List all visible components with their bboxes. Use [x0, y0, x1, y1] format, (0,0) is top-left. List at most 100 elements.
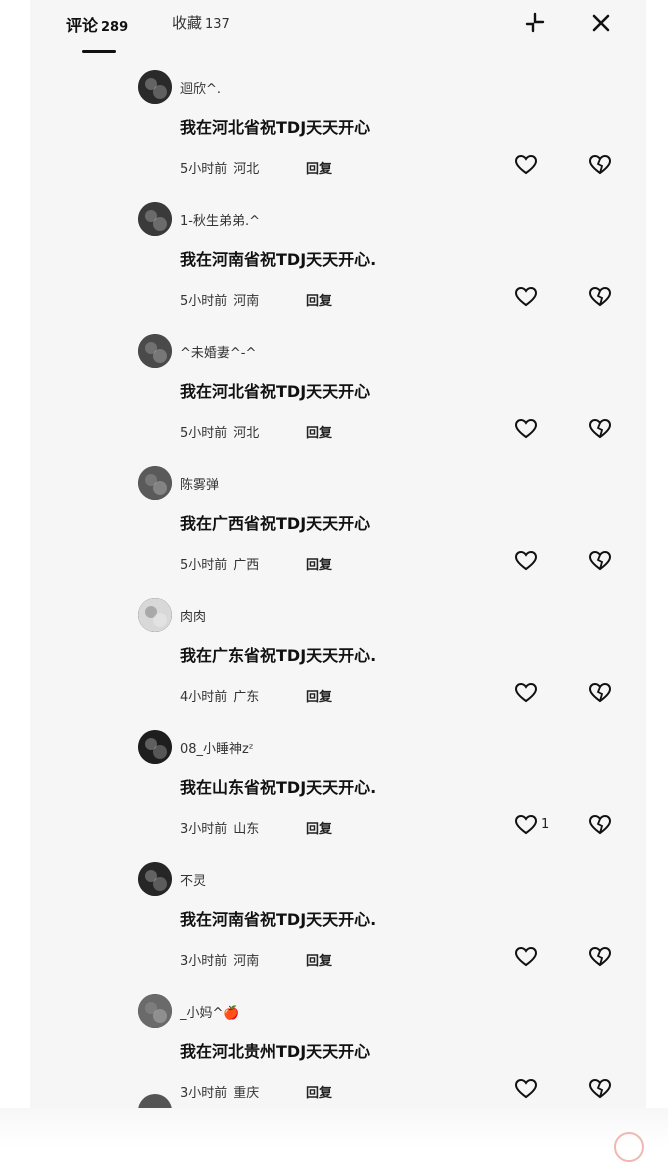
partial-avatar: [138, 1094, 172, 1108]
comment-item: 08_小睡神zᶻ 我在山东省祝TDJ天天开心. 3小时前 山东 回复 1: [30, 730, 646, 862]
close-icon: [592, 14, 610, 32]
broken-heart-icon: [588, 682, 612, 703]
bottom-fade: [0, 1108, 668, 1148]
reply-button[interactable]: 回复: [306, 554, 332, 573]
comment-item: 陈雾弹 我在广西省祝TDJ天天开心 5小时前 广西 回复: [30, 466, 646, 598]
reply-button[interactable]: 回复: [306, 290, 332, 309]
comment-meta: 3小时前 山东: [180, 818, 259, 837]
dislike-button[interactable]: [588, 414, 612, 442]
like-button[interactable]: 1: [514, 810, 549, 838]
heart-icon: [514, 1078, 538, 1099]
tab-favorites-label: 收藏: [172, 14, 203, 32]
comment-time: 5小时前: [180, 558, 228, 573]
comment-item: ^未婚妻^-^ 我在河北省祝TDJ天天开心 5小时前 河北 回复: [30, 334, 646, 466]
comment-time: 5小时前: [180, 294, 228, 309]
comment-meta: 5小时前 广西: [180, 554, 259, 573]
comment-meta: 3小时前 重庆: [180, 1082, 259, 1101]
broken-heart-icon: [588, 1078, 612, 1099]
comment-username[interactable]: 迴欣^.: [180, 78, 221, 97]
reply-button[interactable]: 回复: [306, 950, 332, 969]
comment-username[interactable]: _小妈^🍎: [180, 1002, 240, 1021]
like-button[interactable]: [514, 1074, 541, 1102]
tab-favorites-count: 137: [205, 17, 230, 32]
comment-username[interactable]: 肉肉: [180, 606, 206, 625]
like-button[interactable]: [514, 150, 541, 178]
broken-heart-icon: [588, 946, 612, 967]
comment-text: 我在广西省祝TDJ天天开心: [180, 514, 371, 533]
active-tab-indicator: [82, 50, 116, 53]
like-button[interactable]: [514, 414, 541, 442]
comment-item: 不灵 我在河南省祝TDJ天天开心. 3小时前 河南 回复: [30, 862, 646, 994]
comment-time: 3小时前: [180, 822, 228, 837]
heart-icon: [514, 550, 538, 571]
avatar[interactable]: [138, 466, 172, 500]
like-button[interactable]: [514, 942, 541, 970]
corner-dot: [614, 1132, 644, 1162]
comment-item: 迴欣^. 我在河北省祝TDJ天天开心 5小时前 河北 回复: [30, 70, 646, 202]
comment-item: 1-秋生弟弟.^ 我在河南省祝TDJ天天开心. 5小时前 河南 回复: [30, 202, 646, 334]
comment-time: 3小时前: [180, 954, 228, 969]
comment-text: 我在广东省祝TDJ天天开心.: [180, 646, 377, 665]
heart-icon: [514, 418, 538, 439]
avatar[interactable]: [138, 70, 172, 104]
close-button[interactable]: [586, 8, 616, 38]
like-button[interactable]: [514, 546, 541, 574]
comment-meta: 5小时前 河南: [180, 290, 259, 309]
comment-item: _小妈^🍎 我在河北贵州TDJ天天开心 3小时前 重庆 回复: [30, 994, 646, 1126]
comment-time: 3小时前: [180, 1086, 228, 1101]
avatar[interactable]: [138, 598, 172, 632]
reply-button[interactable]: 回复: [306, 1082, 332, 1101]
dislike-button[interactable]: [588, 282, 612, 310]
comment-location: 河北: [233, 162, 260, 177]
comment-location: 山东: [233, 822, 260, 837]
comment-username[interactable]: 08_小睡神zᶻ: [180, 738, 254, 757]
comment-username[interactable]: ^未婚妻^-^: [180, 342, 256, 361]
comment-location: 河北: [233, 426, 260, 441]
heart-icon: [514, 682, 538, 703]
reply-button[interactable]: 回复: [306, 158, 332, 177]
comment-text: 我在河南省祝TDJ天天开心.: [180, 910, 377, 929]
dislike-button[interactable]: [588, 546, 612, 574]
tab-comments-count: 289: [101, 20, 129, 35]
avatar[interactable]: [138, 994, 172, 1028]
avatar[interactable]: [138, 202, 172, 236]
comment-text: 我在河南省祝TDJ天天开心.: [180, 250, 377, 269]
avatar[interactable]: [138, 862, 172, 896]
comment-header: 评论 289 收藏 137: [30, 0, 646, 60]
comment-username[interactable]: 1-秋生弟弟.^: [180, 210, 260, 229]
reply-button[interactable]: 回复: [306, 686, 332, 705]
dislike-button[interactable]: [588, 1074, 612, 1102]
comment-location: 河南: [233, 954, 260, 969]
dislike-button[interactable]: [588, 810, 612, 838]
broken-heart-icon: [588, 418, 612, 439]
comment-location: 广东: [233, 690, 260, 705]
comment-meta: 5小时前 河北: [180, 158, 259, 177]
like-button[interactable]: [514, 282, 541, 310]
comment-text: 我在河北贵州TDJ天天开心: [180, 1042, 371, 1061]
like-button[interactable]: [514, 678, 541, 706]
heart-icon: [514, 154, 538, 175]
reply-button[interactable]: 回复: [306, 422, 332, 441]
comment-username[interactable]: 不灵: [180, 870, 206, 889]
collapse-button[interactable]: [520, 8, 550, 38]
broken-heart-icon: [588, 286, 612, 307]
comment-text: 我在河北省祝TDJ天天开心: [180, 382, 371, 401]
comment-text: 我在山东省祝TDJ天天开心.: [180, 778, 377, 797]
dislike-button[interactable]: [588, 150, 612, 178]
comment-text: 我在河北省祝TDJ天天开心: [180, 118, 371, 137]
broken-heart-icon: [588, 154, 612, 175]
tab-comments[interactable]: 评论 289: [66, 12, 128, 36]
dislike-button[interactable]: [588, 942, 612, 970]
comment-meta: 5小时前 河北: [180, 422, 259, 441]
comment-username[interactable]: 陈雾弹: [180, 474, 219, 493]
avatar[interactable]: [138, 730, 172, 764]
broken-heart-icon: [588, 550, 612, 571]
avatar[interactable]: [138, 334, 172, 368]
dislike-button[interactable]: [588, 678, 612, 706]
heart-icon: [514, 286, 538, 307]
reply-button[interactable]: 回复: [306, 818, 332, 837]
heart-icon: [514, 946, 538, 967]
comment-location: 广西: [233, 558, 260, 573]
comment-time: 5小时前: [180, 426, 228, 441]
tab-favorites[interactable]: 收藏 137: [172, 12, 230, 33]
